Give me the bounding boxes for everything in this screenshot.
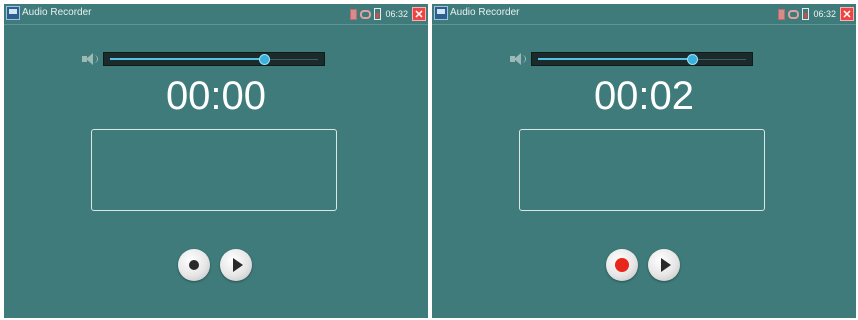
volume-slider[interactable]	[531, 52, 753, 66]
play-button[interactable]	[220, 249, 252, 281]
volume-knob[interactable]	[686, 54, 698, 65]
recording-display-box	[519, 129, 765, 211]
recorder-screen-recording: Audio Recorder 06:32 ✕ 00:02	[432, 4, 856, 318]
record-button[interactable]	[178, 249, 210, 281]
record-icon	[189, 260, 199, 270]
volume-slider[interactable]	[103, 52, 325, 66]
close-button[interactable]: ✕	[840, 7, 854, 21]
sim-card-icon	[778, 8, 786, 20]
battery-icon	[374, 8, 382, 20]
volume-knob[interactable]	[258, 54, 270, 65]
title-bar: Audio Recorder 06:32 ✕	[4, 4, 428, 25]
play-icon	[233, 258, 243, 272]
play-icon	[661, 258, 671, 272]
link-icon	[788, 9, 800, 19]
clock: 06:32	[385, 9, 408, 19]
status-icons: 06:32 ✕	[778, 6, 854, 22]
record-button[interactable]	[606, 249, 638, 281]
status-icons: 06:32 ✕	[350, 6, 426, 22]
close-button[interactable]: ✕	[412, 7, 426, 21]
speaker-icon	[510, 52, 526, 66]
record-icon	[615, 258, 629, 272]
recording-display-box	[91, 129, 337, 211]
title-bar: Audio Recorder 06:32 ✕	[432, 4, 856, 25]
elapsed-time: 00:00	[165, 74, 267, 118]
sim-card-icon	[350, 8, 358, 20]
window-title: Audio Recorder	[22, 7, 92, 18]
audio-recorder-app-icon	[434, 6, 448, 20]
link-icon	[360, 9, 372, 19]
audio-recorder-app-icon	[6, 6, 20, 20]
speaker-icon	[82, 52, 98, 66]
clock: 06:32	[813, 9, 836, 19]
recorder-screen-idle: Audio Recorder 06:32 ✕ 00:00	[4, 4, 428, 318]
window-title: Audio Recorder	[450, 7, 520, 18]
elapsed-time: 00:02	[593, 74, 695, 118]
volume-fill	[538, 58, 692, 60]
volume-fill	[110, 58, 264, 60]
play-button[interactable]	[648, 249, 680, 281]
battery-icon	[802, 8, 810, 20]
